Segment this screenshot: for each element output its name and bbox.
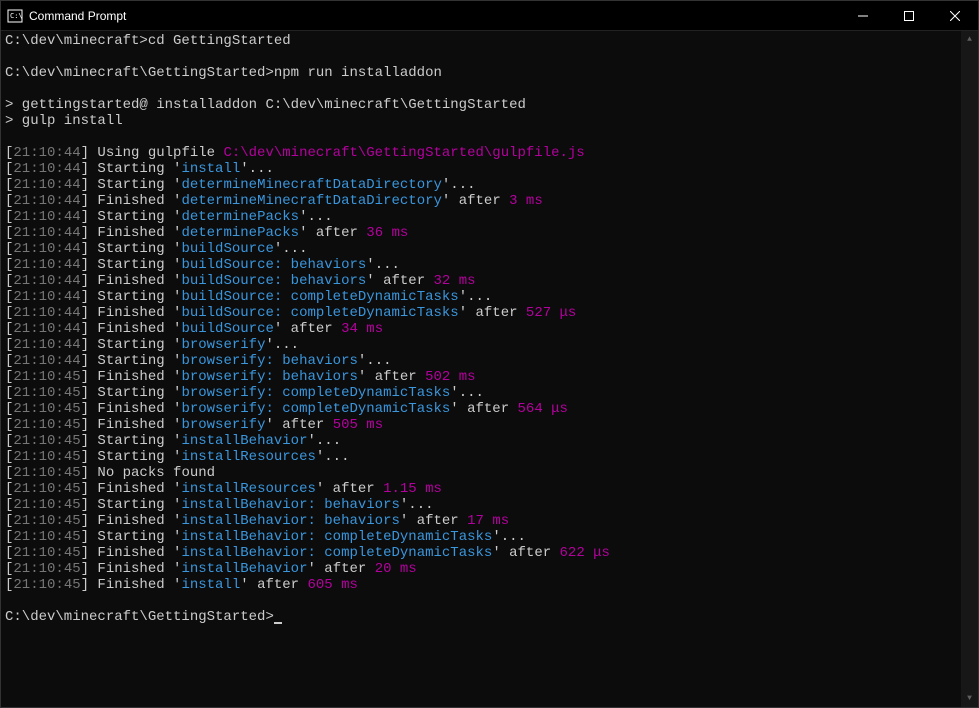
gulp-log-line: [21:10:44] Starting 'determineMinecraftD…	[5, 177, 957, 193]
window-controls	[840, 1, 978, 30]
gulp-log-line: [21:10:44] Finished 'buildSource: behavi…	[5, 273, 957, 289]
gulp-log-line: [21:10:45] Starting 'browserify: complet…	[5, 385, 957, 401]
gulp-log-line: [21:10:45] Starting 'installBehavior: co…	[5, 529, 957, 545]
prompt-line: C:\dev\minecraft>cd GettingStarted	[5, 33, 957, 49]
terminal-output[interactable]: C:\dev\minecraft>cd GettingStarted C:\de…	[1, 31, 961, 707]
titlebar-left: C:\ Command Prompt	[1, 8, 126, 24]
window-titlebar: C:\ Command Prompt	[1, 1, 978, 31]
gulp-log-line: [21:10:44] Finished 'buildSource' after …	[5, 321, 957, 337]
blank-line	[5, 129, 957, 145]
gulp-log-line: [21:10:44] Finished 'determineMinecraftD…	[5, 193, 957, 209]
npm-output-line: > gettingstarted@ installaddon C:\dev\mi…	[5, 97, 957, 113]
gulp-log-line: [21:10:44] Starting 'browserify: behavio…	[5, 353, 957, 369]
gulp-log-line: [21:10:44] Starting 'browserify'...	[5, 337, 957, 353]
close-button[interactable]	[932, 1, 978, 30]
scrollbar-down-arrow[interactable]: ▼	[961, 690, 978, 707]
gulp-log-line: [21:10:45] Starting 'installBehavior'...	[5, 433, 957, 449]
gulp-log-line: [21:10:45] No packs found	[5, 465, 957, 481]
gulp-log-line: [21:10:45] Starting 'installBehavior: be…	[5, 497, 957, 513]
gulp-log-line: [21:10:44] Starting 'determinePacks'...	[5, 209, 957, 225]
gulp-log-line: [21:10:45] Finished 'installBehavior: co…	[5, 545, 957, 561]
gulp-log-line: [21:10:45] Finished 'installBehavior' af…	[5, 561, 957, 577]
gulp-log-line: [21:10:45] Finished 'installResources' a…	[5, 481, 957, 497]
gulp-log-line: [21:10:44] Finished 'determinePacks' aft…	[5, 225, 957, 241]
gulp-log-line: [21:10:44] Starting 'buildSource'...	[5, 241, 957, 257]
maximize-button[interactable]	[886, 1, 932, 30]
gulp-log-line: [21:10:44] Finished 'buildSource: comple…	[5, 305, 957, 321]
gulp-log-line: [21:10:45] Finished 'installBehavior: be…	[5, 513, 957, 529]
gulp-log-line: [21:10:44] Starting 'buildSource: behavi…	[5, 257, 957, 273]
blank-line	[5, 81, 957, 97]
gulp-log-line: [21:10:45] Finished 'browserify' after 5…	[5, 417, 957, 433]
terminal-body: C:\dev\minecraft>cd GettingStarted C:\de…	[1, 31, 978, 707]
prompt-line: C:\dev\minecraft\GettingStarted>npm run …	[5, 65, 957, 81]
svg-text:C:\: C:\	[10, 12, 23, 20]
gulp-log-line: [21:10:45] Finished 'browserify: complet…	[5, 401, 957, 417]
npm-output-line: > gulp install	[5, 113, 957, 129]
gulp-log-line: [21:10:44] Starting 'install'...	[5, 161, 957, 177]
blank-line	[5, 49, 957, 65]
prompt-line: C:\dev\minecraft\GettingStarted>	[5, 609, 957, 625]
cmd-icon: C:\	[7, 8, 23, 24]
gulp-log-line: [21:10:45] Starting 'installResources'..…	[5, 449, 957, 465]
gulp-log-line: [21:10:44] Using gulpfile C:\dev\minecra…	[5, 145, 957, 161]
gulp-log-line: [21:10:45] Finished 'browserify: behavio…	[5, 369, 957, 385]
blank-line	[5, 593, 957, 609]
gulp-log-line: [21:10:45] Finished 'install' after 605 …	[5, 577, 957, 593]
cursor	[274, 622, 282, 624]
scrollbar-up-arrow[interactable]: ▲	[961, 31, 978, 48]
vertical-scrollbar[interactable]: ▲ ▼	[961, 31, 978, 707]
minimize-button[interactable]	[840, 1, 886, 30]
window-title: Command Prompt	[29, 9, 126, 23]
gulp-log-line: [21:10:44] Starting 'buildSource: comple…	[5, 289, 957, 305]
